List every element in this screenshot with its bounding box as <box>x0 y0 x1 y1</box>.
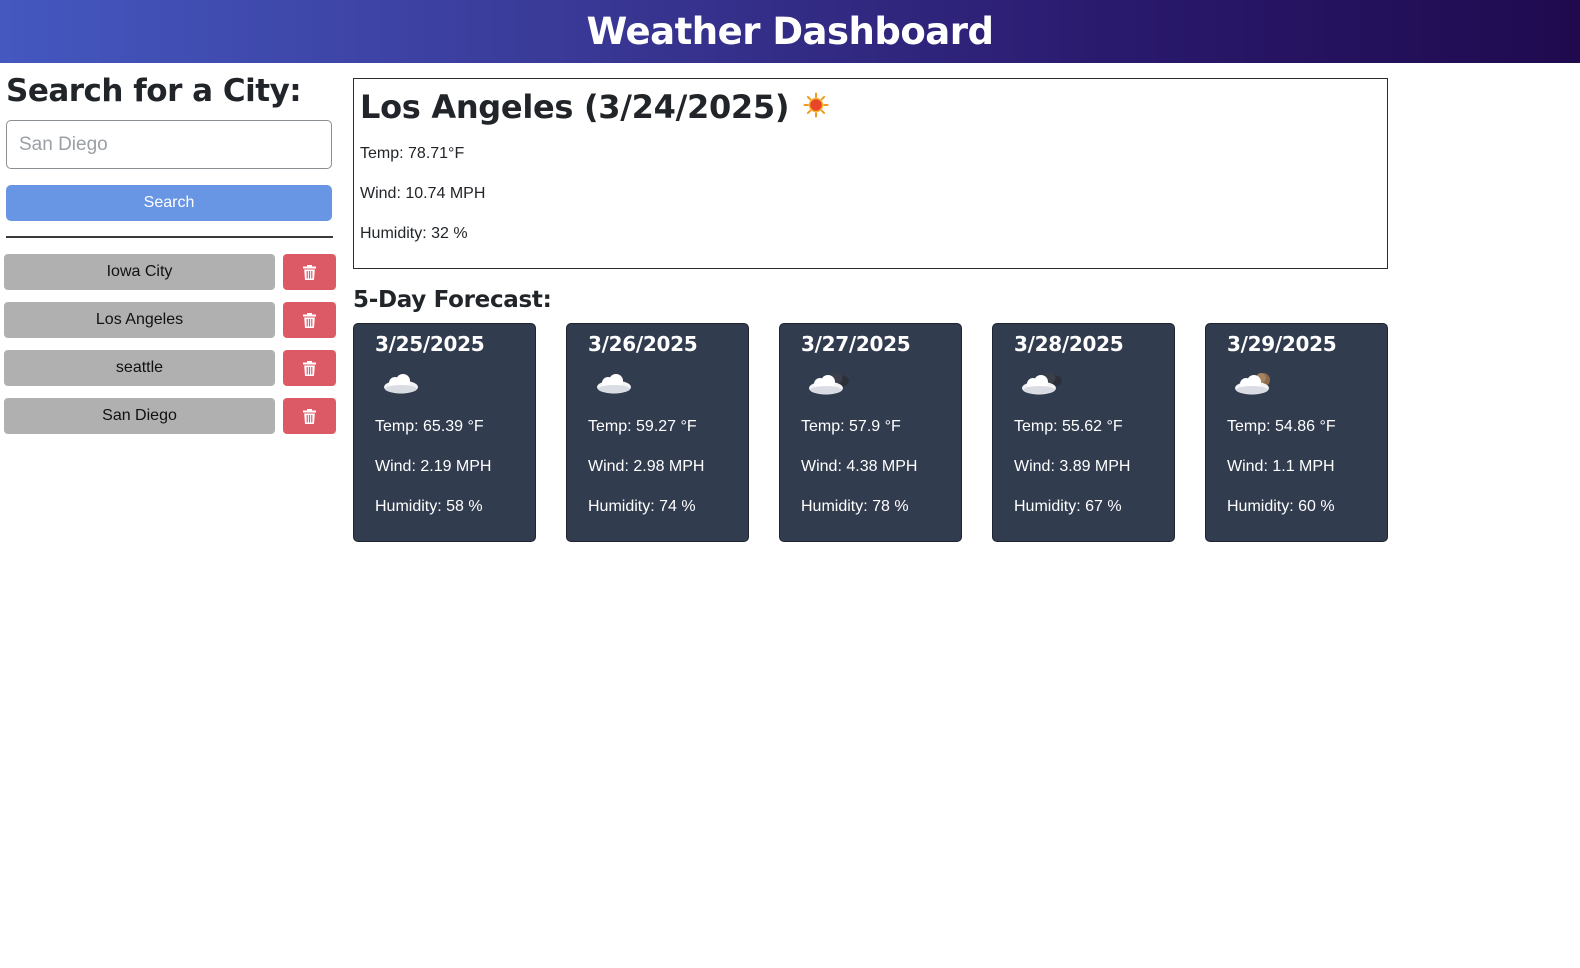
forecast-date: 3/26/2025 <box>588 332 698 356</box>
forecast-wind: Wind: 3.89 MPH <box>1014 458 1131 475</box>
history-city-button[interactable]: San Diego <box>4 398 275 434</box>
delete-city-button[interactable] <box>283 350 336 386</box>
current-weather-title: Los Angeles (3/24/2025) <box>360 88 1381 126</box>
history-item: seattle <box>4 350 344 386</box>
main-content: Los Angeles (3/24/2025) Temp: 78.71°F Wi… <box>353 78 1389 542</box>
forecast-humidity: Humidity: 67 % <box>1014 498 1122 515</box>
delete-city-button[interactable] <box>283 302 336 338</box>
cloud-dark-icon <box>1014 364 1153 402</box>
search-heading: Search for a City: <box>6 73 302 109</box>
forecast-cards: 3/25/2025 Temp: 65.39 °F Wind: 2.19 MPH … <box>353 323 1389 542</box>
app-header: Weather Dashboard <box>0 0 1580 63</box>
divider <box>6 236 333 238</box>
forecast-humidity: Humidity: 60 % <box>1227 498 1335 515</box>
history-city-button[interactable]: Los Angeles <box>4 302 275 338</box>
forecast-card: 3/25/2025 Temp: 65.39 °F Wind: 2.19 MPH … <box>353 323 536 542</box>
trash-icon <box>303 312 316 328</box>
sun-icon <box>803 88 829 126</box>
forecast-card: 3/29/2025 Temp: 54.86 °F Wind: 1.1 MPH H… <box>1205 323 1388 542</box>
current-wind: Wind: 10.74 MPH <box>360 185 486 202</box>
history-city-button[interactable]: seattle <box>4 350 275 386</box>
forecast-date: 3/27/2025 <box>801 332 911 356</box>
forecast-card: 3/27/2025 Temp: 57.9 °F Wind: 4.38 MPH H… <box>779 323 962 542</box>
history-item: Los Angeles <box>4 302 344 338</box>
forecast-wind: Wind: 2.19 MPH <box>375 458 492 475</box>
forecast-temp: Temp: 54.86 °F <box>1227 418 1336 435</box>
forecast-date: 3/29/2025 <box>1227 332 1337 356</box>
delete-city-button[interactable] <box>283 254 336 290</box>
trash-icon <box>303 264 316 280</box>
forecast-card: 3/28/2025 Temp: 55.62 °F Wind: 3.89 MPH … <box>992 323 1175 542</box>
history-item: San Diego <box>4 398 344 434</box>
trash-icon <box>303 360 316 376</box>
city-search-input[interactable] <box>6 120 332 169</box>
forecast-temp: Temp: 59.27 °F <box>588 418 697 435</box>
cloud-dark-icon <box>801 364 940 402</box>
cloud-brown-icon <box>1227 364 1366 402</box>
current-city-date: Los Angeles (3/24/2025) <box>360 88 790 126</box>
forecast-humidity: Humidity: 74 % <box>588 498 696 515</box>
forecast-card: 3/26/2025 Temp: 59.27 °F Wind: 2.98 MPH … <box>566 323 749 542</box>
forecast-temp: Temp: 55.62 °F <box>1014 418 1123 435</box>
search-button[interactable]: Search <box>6 185 332 221</box>
cloud-icon <box>375 364 514 402</box>
forecast-temp: Temp: 65.39 °F <box>375 418 484 435</box>
forecast-humidity: Humidity: 78 % <box>801 498 909 515</box>
current-humidity: Humidity: 32 % <box>360 225 468 242</box>
forecast-wind: Wind: 2.98 MPH <box>588 458 705 475</box>
forecast-wind: Wind: 4.38 MPH <box>801 458 918 475</box>
history-item: Iowa City <box>4 254 344 290</box>
forecast-humidity: Humidity: 58 % <box>375 498 483 515</box>
forecast-wind: Wind: 1.1 MPH <box>1227 458 1335 475</box>
current-temp: Temp: 78.71°F <box>360 145 465 162</box>
forecast-temp: Temp: 57.9 °F <box>801 418 901 435</box>
page-title: Weather Dashboard <box>586 10 994 53</box>
history-city-button[interactable]: Iowa City <box>4 254 275 290</box>
forecast-date: 3/25/2025 <box>375 332 485 356</box>
current-weather-panel: Los Angeles (3/24/2025) Temp: 78.71°F Wi… <box>353 78 1388 269</box>
forecast-heading: 5-Day Forecast: <box>353 287 552 313</box>
trash-icon <box>303 408 316 424</box>
cloud-icon <box>588 364 727 402</box>
search-history: Iowa City Los Angeles seattle San Diego <box>4 254 344 446</box>
delete-city-button[interactable] <box>283 398 336 434</box>
forecast-date: 3/28/2025 <box>1014 332 1124 356</box>
